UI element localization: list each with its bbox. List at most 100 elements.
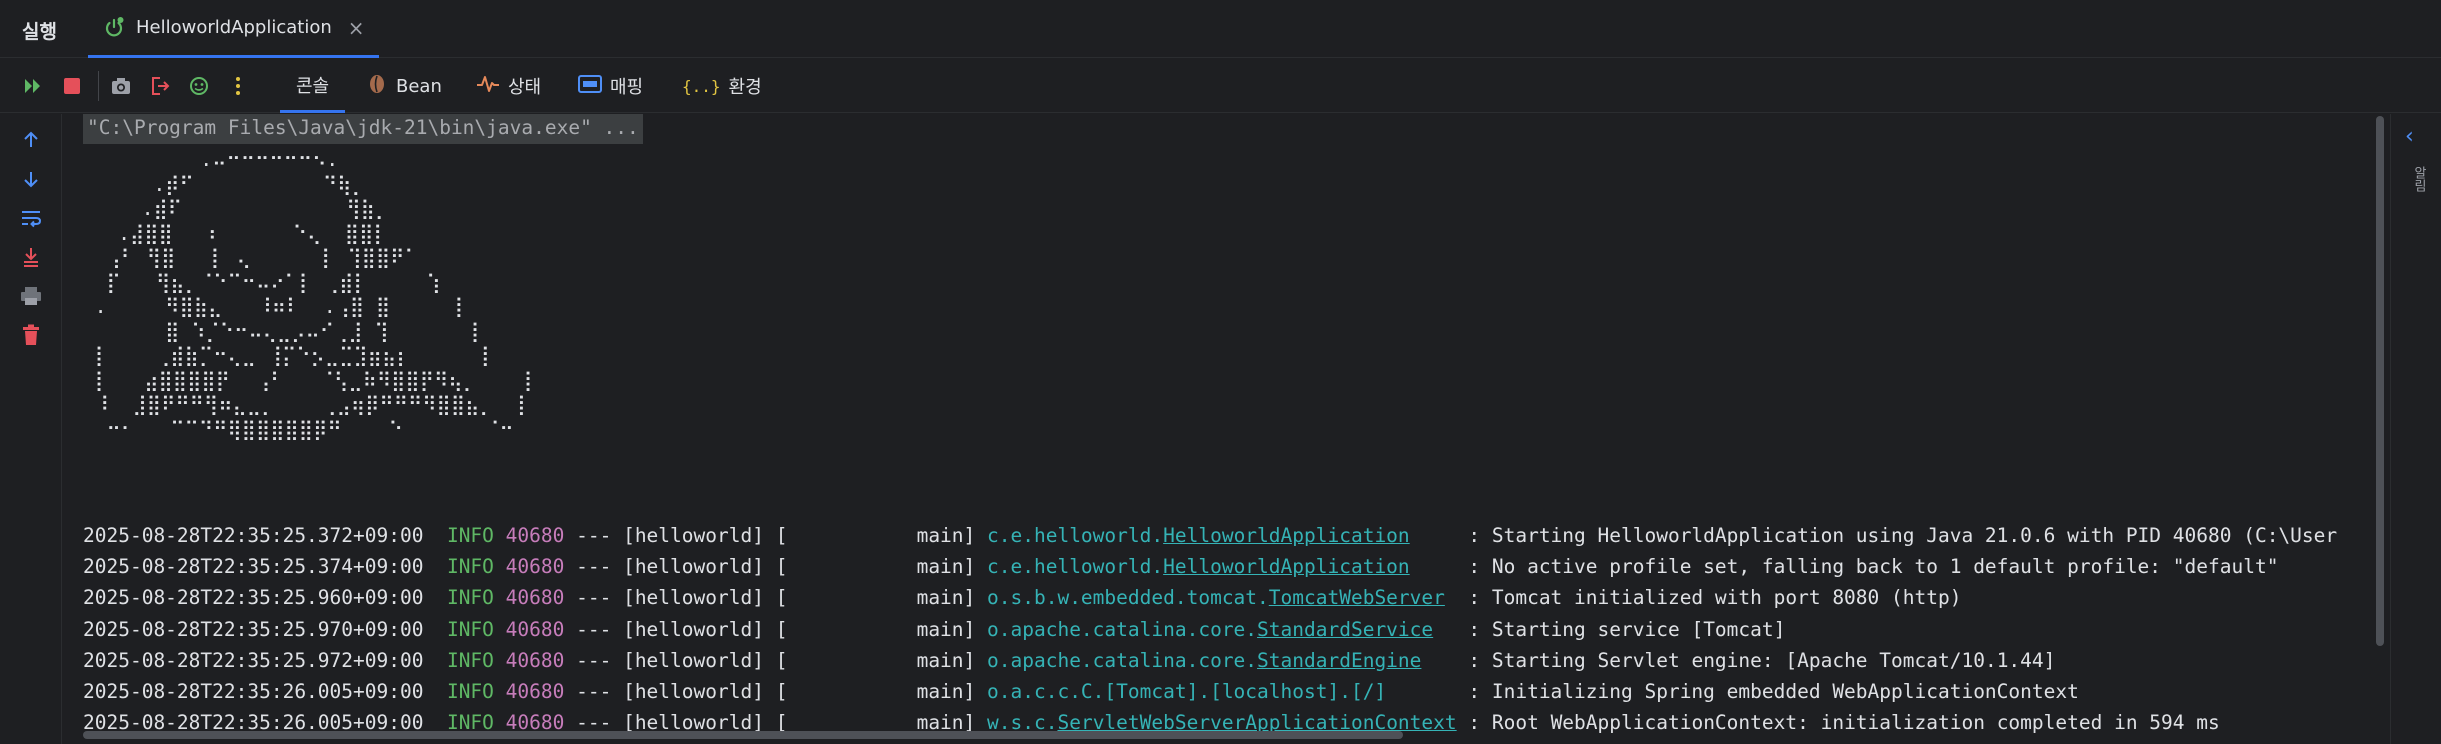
log-level: INFO [446,555,494,579]
tab-bean-label: Bean [396,75,442,97]
log-level: INFO [446,680,494,703]
log-thread: --- [helloworld] [ main] [564,524,988,547]
log-space [494,555,506,578]
horizontal-scrollbar-thumb[interactable] [83,731,1403,739]
log-pid: 40680 [505,648,565,672]
log-message: : Tomcat initialized with port 8080 (htt… [1468,586,1962,610]
log-message: : Initializing Spring embedded WebApplic… [1468,680,2079,703]
soft-wrap-icon[interactable] [17,204,45,232]
log-level: INFO [446,648,494,672]
tab-environment-label: 환경 [728,77,762,98]
exit-icon[interactable] [145,71,175,101]
logger-class-link[interactable]: StandardEngine [1257,649,1421,672]
logger-class-link[interactable]: TomcatWebServer [1269,586,1445,609]
log-timestamp: 2025-08-28T22:35:25.372+09:00 [83,524,447,547]
more-options-icon[interactable] [223,71,253,101]
tab-console[interactable]: 콘솔 [280,59,346,113]
horizontal-scrollbar[interactable] [63,728,2373,742]
log-timestamp: 2025-08-28T22:35:25.970+09:00 [83,617,447,641]
log-pid: 40680 [505,524,565,547]
run-toolbar: 콘솔 Bean 상태 매핑 {..} 환경 [0,59,2441,113]
log-thread: --- [helloworld] [ main] [564,648,988,672]
scroll-down-icon[interactable] [17,165,45,193]
log-space [494,680,506,703]
log-level: INFO [446,524,494,547]
coffee-bean-icon [366,73,388,100]
toolbar-separator [98,71,99,101]
log-pid: 40680 [505,555,565,579]
log-space [494,649,506,672]
log-space [494,586,506,609]
stop-icon[interactable] [57,71,87,101]
log-pad [1410,524,1469,547]
logger-class-link[interactable]: StandardService [1257,618,1433,641]
console-output[interactable]: "C:\Program Files\Java\jdk-21\bin\java.e… [63,114,2373,744]
log-line[interactable]: 2025-08-28T22:35:25.374+09:00 INFO 40680… [83,551,2278,582]
scroll-up-icon[interactable] [17,126,45,154]
logger-class-link[interactable]: HelloworldApplication [1163,555,1410,578]
tab-environment[interactable]: {..} 환경 [682,59,762,113]
pulse-icon [476,73,500,100]
right-side-bar: ‹ 알림 [2390,114,2441,744]
log-pid: 40680 [505,586,565,610]
log-timestamp: 2025-08-28T22:35:26.005+09:00 [83,680,447,703]
log-pad [1445,586,1468,609]
java-command-line[interactable]: "C:\Program Files\Java\jdk-21\bin\java.e… [83,114,643,144]
logger-prefix: c.e.helloworld. [987,555,1164,579]
log-thread: --- [helloworld] [ main] [564,680,988,703]
logger-prefix: o.apache.catalina.core. [987,648,1258,672]
rerun-icon[interactable] [18,71,48,101]
tab-mappings-label: 매핑 [610,77,644,98]
debug-icon[interactable] [184,71,214,101]
vertical-scrollbar[interactable] [2373,114,2387,744]
log-pad [1421,649,1468,672]
log-message: : Starting Servlet engine: [Apache Tomca… [1468,648,2056,672]
log-line[interactable]: 2025-08-28T22:35:26.005+09:00 INFO 40680… [83,676,2079,707]
tab-helloworld-application[interactable]: HelloworldApplication × [88,0,379,58]
ascii-art-banner: .⠤⠒⠒⠒⠒⠒⠒⠢. .⡾⠋ ⠙⢷⡀ .⣾⠏ ⢻⣷⡀ .⣼⣿⣿ ⠆ ⠑⢄ ⣿⣿⡇… [94,148,539,441]
vertical-scrollbar-thumb[interactable] [2376,116,2384,646]
run-tool-window-header: 실행 HelloworldApplication × [0,0,2441,58]
tab-bean[interactable]: Bean [366,59,442,113]
log-line[interactable]: 2025-08-28T22:35:25.970+09:00 INFO 40680… [83,614,1785,645]
log-pad [1433,618,1468,641]
close-tab-icon[interactable]: × [348,16,365,40]
log-pad [1386,680,1468,703]
logger-class-link[interactable]: HelloworldApplication [1163,524,1410,547]
log-pid: 40680 [505,617,565,641]
logger-prefix: o.s.b.w.embedded.tomcat. [987,586,1269,610]
print-icon[interactable] [17,282,45,310]
log-timestamp: 2025-08-28T22:35:25.960+09:00 [83,586,447,610]
api-icon [578,74,602,99]
notifications-side-tab[interactable]: 알림 [2409,166,2428,192]
logger-prefix: o.a.c.c.C.[Tomcat].[localhost].[/] [987,680,1387,703]
tab-health-label: 상태 [508,77,542,98]
log-thread: --- [helloworld] [ main] [564,586,988,610]
run-title: 실행 [22,21,57,43]
tab-health[interactable]: 상태 [476,59,541,113]
logger-prefix: o.apache.catalina.core. [987,617,1258,641]
log-message: : Starting service [Tomcat] [1468,617,1786,641]
log-message: : Starting HelloworldApplication using J… [1468,524,2338,547]
tab-mappings[interactable]: 매핑 [578,59,643,113]
scroll-to-end-icon[interactable] [17,243,45,271]
log-timestamp: 2025-08-28T22:35:25.374+09:00 [83,555,447,579]
log-line[interactable]: 2025-08-28T22:35:25.972+09:00 INFO 40680… [83,645,2055,676]
log-timestamp: 2025-08-28T22:35:25.972+09:00 [83,648,447,672]
spring-boot-run-icon [102,16,126,40]
log-line[interactable]: 2025-08-28T22:35:25.372+09:00 INFO 40680… [83,520,2337,551]
log-space [494,618,506,641]
log-pid: 40680 [505,680,565,703]
log-line[interactable]: 2025-08-28T22:35:25.960+09:00 INFO 40680… [83,582,1961,613]
clear-all-icon[interactable] [17,321,45,349]
chevron-left-icon[interactable]: ‹ [2405,124,2414,149]
log-pad [1410,555,1469,578]
tab-console-label: 콘솔 [296,75,330,97]
environment-icon: {..} [682,76,721,96]
log-level: INFO [446,586,494,610]
logger-prefix: c.e.helloworld. [987,524,1164,547]
screenshot-icon[interactable] [106,71,136,101]
log-message: : No active profile set, falling back to… [1468,555,2279,579]
console-side-toolbar [0,114,62,744]
log-space [494,524,506,547]
